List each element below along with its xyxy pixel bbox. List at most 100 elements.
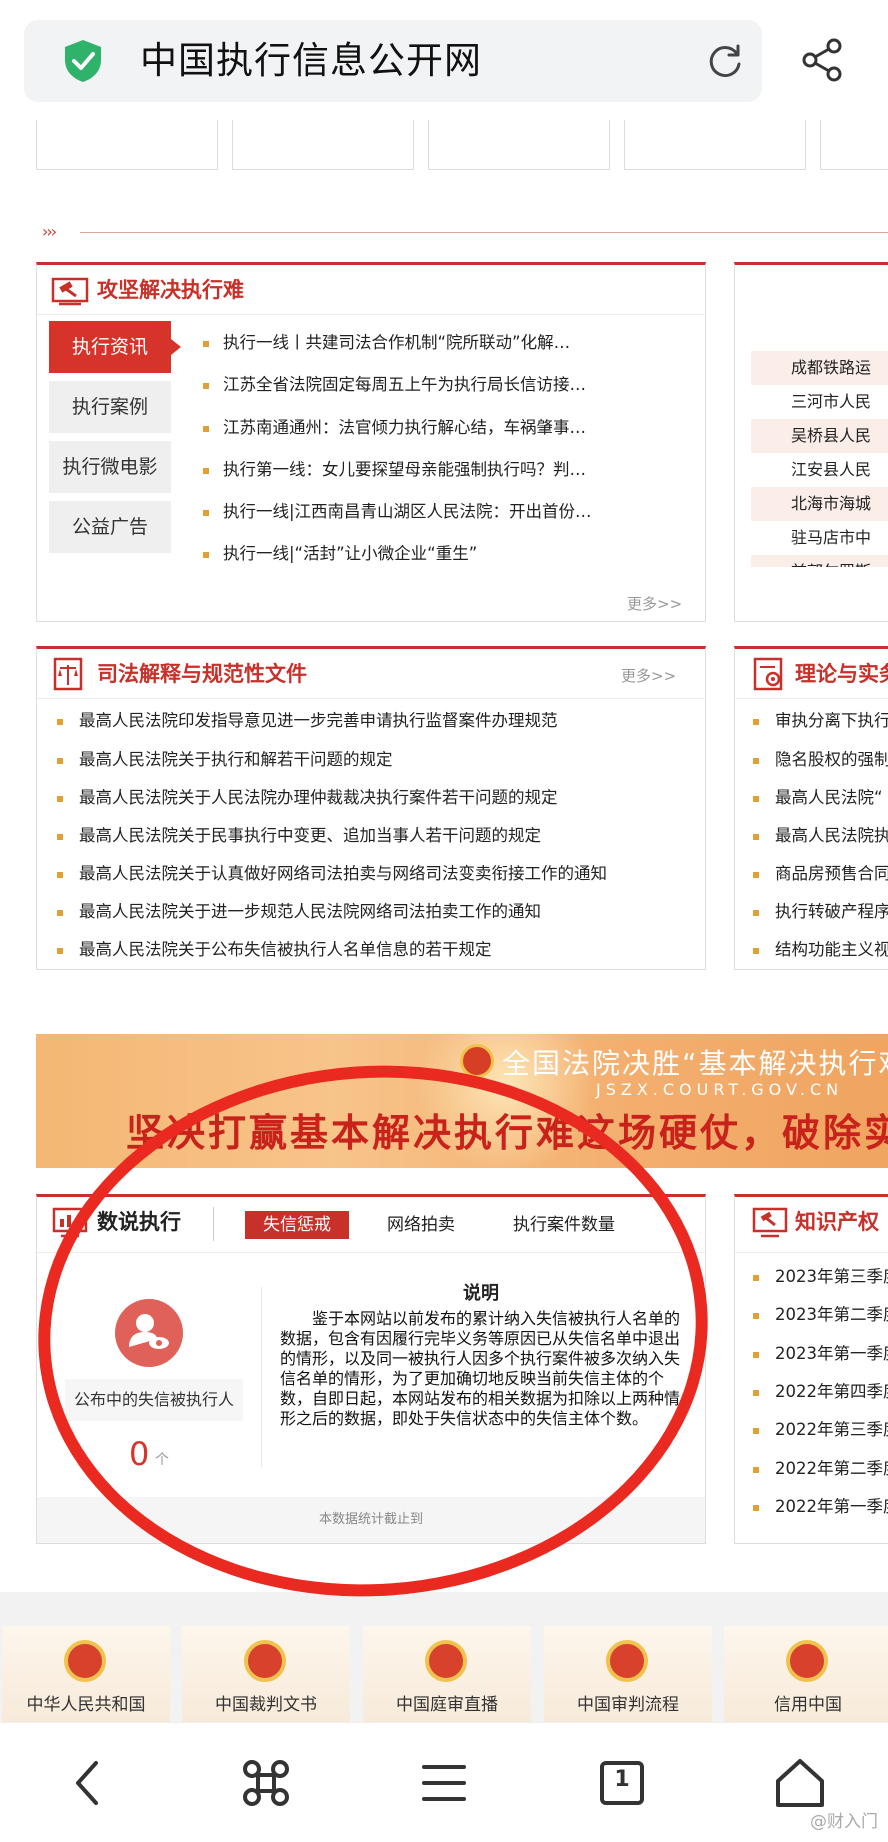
panel-header: 理论与实务	[735, 649, 888, 699]
court-link[interactable]: 北海市海城	[751, 487, 888, 521]
tab-execution-news[interactable]: 执行资讯	[49, 321, 181, 373]
credit-emblem-icon	[786, 1640, 828, 1682]
ip-report-link[interactable]: 2022年第一季度	[753, 1495, 888, 1519]
scales-icon	[53, 657, 83, 691]
tabs-button[interactable]: 1	[592, 1753, 652, 1813]
ip-report-link[interactable]: 2022年第三季度	[753, 1418, 888, 1442]
news-link[interactable]: 江苏南通通州：法官倾力执行解心结，车祸肇事…	[203, 416, 623, 440]
panel-theory-practice: 理论与实务 审执分离下执行 隐名股权的强制 最高人民法院“ 最高人民法院执 商品…	[734, 646, 888, 970]
reload-icon[interactable]	[704, 40, 746, 82]
ip-report-link[interactable]: 2023年第三季度	[753, 1265, 888, 1289]
document-link[interactable]: 最高人民法院关于进一步规范人民法院网络司法拍卖工作的通知	[57, 900, 717, 924]
command-icon[interactable]	[236, 1753, 296, 1813]
panel-judicial-docs: 司法解释与规范性文件 更多>> 最高人民法院印发指导意见进一步完善申请执行监督案…	[36, 646, 706, 970]
panel-header: 数说执行 失信惩戒 网络拍卖 执行案件数量	[37, 1197, 705, 1253]
notice-body: 鉴于本网站以前发布的累计纳入失信被执行人名单的数据，包含有因履行完毕义务等原因已…	[280, 1309, 681, 1428]
footer-link-trial-live[interactable]: 中国庭审直播	[363, 1626, 531, 1722]
nav-tile[interactable]	[820, 120, 888, 170]
document-link[interactable]: 结构功能主义视	[753, 938, 888, 962]
gavel-monitor-icon	[752, 1207, 788, 1238]
header-separator	[213, 1207, 214, 1241]
panel-data-stats: 数说执行 失信惩戒 网络拍卖 执行案件数量 公布中的失信被执行人 0 个 说明 …	[36, 1194, 706, 1544]
document-link[interactable]: 最高人民法院关于民事执行中变更、追加当事人若干问题的规定	[57, 824, 717, 848]
ip-report-link[interactable]: 2023年第一季度	[753, 1342, 888, 1366]
court-link[interactable]: 驻马店市中	[751, 521, 888, 555]
court-link[interactable]: 吴桥县人民	[751, 419, 888, 453]
page-title: 中国执行信息公开网	[140, 39, 482, 82]
banner-url: JSZX.COURT.GOV.CN	[596, 1080, 844, 1099]
court-emblem-icon	[425, 1640, 467, 1682]
document-eye-icon	[753, 657, 783, 691]
nav-tile[interactable]	[232, 120, 414, 170]
section-divider: ›››	[36, 222, 888, 242]
court-link[interactable]: 三河市人民	[751, 385, 888, 419]
back-icon[interactable]	[60, 1753, 120, 1813]
stat-label: 公布中的失信被执行人	[65, 1379, 243, 1421]
court-emblem-icon	[244, 1640, 286, 1682]
campaign-banner[interactable]: 全国法院决胜“基本解决执行难” JSZX.COURT.GOV.CN 坚决打赢基本…	[36, 1034, 888, 1168]
footer-link-trial-process[interactable]: 中国审判流程	[544, 1626, 712, 1722]
shield-check-icon	[65, 40, 101, 82]
news-link[interactable]: 江苏全省法院固定每周五上午为执行局长信访接…	[203, 373, 623, 397]
gavel-icon	[51, 277, 89, 306]
document-link[interactable]: 最高人民法院“	[753, 786, 888, 810]
address-bar[interactable]: 中国执行信息公开网	[24, 20, 762, 102]
panel-court-list: 成都铁路运 三河市人民 吴桥县人民 江安县人民 北海市海城 驻马店市中 前郭尔罗…	[734, 262, 888, 622]
panel-title: 攻坚解决执行难	[97, 278, 244, 302]
tab-case-count[interactable]: 执行案件数量	[495, 1211, 633, 1239]
watermark: @财入门	[810, 1812, 878, 1832]
ip-report-link[interactable]: 2023年第二季度	[753, 1303, 888, 1327]
document-link[interactable]: 执行转破产程序	[753, 900, 888, 924]
tab-dishonest-penalty[interactable]: 失信惩戒	[245, 1211, 349, 1239]
home-icon[interactable]	[770, 1753, 830, 1813]
nav-tile[interactable]	[36, 120, 218, 170]
share-icon[interactable]	[798, 36, 846, 84]
court-emblem-icon	[64, 1640, 106, 1682]
court-link[interactable]: 江安县人民	[751, 453, 888, 487]
panel-header: 司法解释与规范性文件 更多>>	[37, 649, 705, 699]
footer-link-label: 中国庭审直播	[396, 1695, 498, 1715]
court-emblem-icon	[606, 1640, 648, 1682]
document-link[interactable]: 商品房预售合同	[753, 862, 888, 886]
court-link[interactable]: 前郭尔罗斯	[751, 555, 888, 567]
tab-execution-films[interactable]: 执行微电影	[49, 441, 171, 493]
menu-icon[interactable]	[414, 1753, 474, 1813]
document-link[interactable]: 隐名股权的强制	[753, 748, 888, 772]
national-emblem-icon	[460, 1044, 494, 1078]
document-link[interactable]: 最高人民法院印发指导意见进一步完善申请执行监督案件办理规范	[57, 709, 717, 733]
document-link[interactable]: 最高人民法院关于公布失信被执行人名单信息的若干规定	[57, 938, 717, 962]
tab-count: 1	[614, 1767, 630, 1792]
panel-title: 理论与实务	[795, 662, 888, 686]
tab-public-ads[interactable]: 公益广告	[49, 501, 171, 553]
nav-tile[interactable]	[624, 120, 806, 170]
ip-report-link[interactable]: 2022年第四季度	[753, 1380, 888, 1404]
footer-link-label: 信用中国	[774, 1695, 842, 1715]
news-link[interactable]: 执行一线丨共建司法合作机制“院所联动”化解…	[203, 331, 623, 355]
more-link[interactable]: 更多>>	[621, 665, 676, 686]
document-link[interactable]: 最高人民法院执	[753, 824, 888, 848]
ip-report-link[interactable]: 2022年第二季度	[753, 1457, 888, 1481]
document-link[interactable]: 最高人民法院关于人民法院办理仲裁裁决执行案件若干问题的规定	[57, 786, 717, 810]
more-link[interactable]: 更多>>	[627, 593, 682, 614]
document-link[interactable]: 最高人民法院关于认真做好网络司法拍卖与网络司法变卖衔接工作的通知	[57, 862, 717, 886]
footer-link-judgments[interactable]: 中国裁判文书	[182, 1626, 350, 1722]
panel-execution-news: 攻坚解决执行难 执行资讯 执行案例 执行微电影 公益广告 执行一线丨共建司法合作…	[36, 262, 706, 622]
news-link[interactable]: 执行一线|“活封”让小微企业“重生”	[203, 542, 623, 566]
court-link[interactable]: 成都铁路运	[751, 351, 888, 385]
panel-header: 知识产权	[735, 1197, 888, 1253]
tab-online-auction[interactable]: 网络拍卖	[369, 1211, 473, 1239]
news-link[interactable]: 执行第一线：女儿要探望母亲能强制执行吗？判…	[203, 458, 623, 482]
nav-tile[interactable]	[428, 120, 610, 170]
page-content: ››› 攻坚解决执行难 执行资讯 执行案例 执行微电影 公益广告 执行一线丨共建…	[0, 120, 888, 1722]
footer-link-supreme-court[interactable]: 中华人民共和国	[2, 1626, 170, 1722]
browser-top-bar: 中国执行信息公开网	[0, 0, 888, 120]
news-link[interactable]: 执行一线|江西南昌青山湖区人民法院：开出首份…	[203, 500, 623, 524]
panel-title: 知识产权	[795, 1210, 879, 1234]
panel-title: 数说执行	[97, 1210, 181, 1234]
notice-title: 说明	[463, 1283, 499, 1304]
document-link[interactable]: 最高人民法院关于执行和解若干问题的规定	[57, 748, 717, 772]
tab-execution-cases[interactable]: 执行案例	[49, 381, 171, 433]
document-link[interactable]: 审执分离下执行	[753, 709, 888, 733]
footer-link-credit-china[interactable]: 信用中国	[724, 1626, 888, 1722]
content-separator	[261, 1287, 262, 1467]
